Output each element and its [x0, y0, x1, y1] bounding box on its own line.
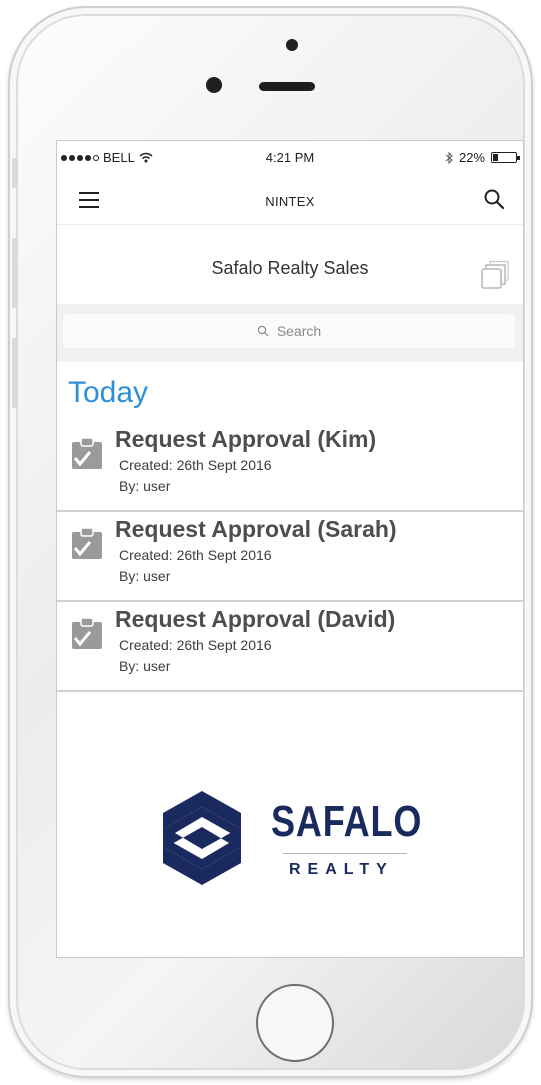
item-title: Request Approval (Sarah): [115, 516, 397, 542]
clipboard-check-icon: [72, 617, 102, 649]
status-bar: BELL 4:21 PM 22%: [57, 141, 523, 175]
item-author: By: user: [119, 658, 171, 674]
logo-wordmark: SAFALO: [271, 797, 423, 846]
search-field-icon: [257, 325, 269, 337]
logo-subtitle: REALTY: [289, 861, 394, 878]
item-list: Request Approval (Kim) Created: 26th Sep…: [57, 422, 523, 692]
stacked-windows-icon[interactable]: [481, 260, 509, 290]
list-item[interactable]: Request Approval (Sarah) Created: 26th S…: [57, 512, 523, 602]
navigation-bar: NINTEX: [57, 175, 523, 225]
app-title: NINTEX: [265, 194, 315, 209]
battery-icon: [491, 152, 520, 163]
search-placeholder: Search: [276, 323, 322, 339]
home-button[interactable]: [256, 984, 334, 1062]
item-author: By: user: [119, 568, 171, 584]
section-header-today: Today: [68, 376, 149, 409]
safalo-logo-mark-icon: [163, 791, 241, 885]
battery-fill: [493, 154, 499, 161]
app-screen: BELL 4:21 PM 22% NINTEX Safalo Realty Sa…: [56, 140, 524, 958]
item-title: Request Approval (Kim): [115, 426, 377, 452]
list-title: Safalo Realty Sales: [211, 258, 369, 278]
list-header: Safalo Realty Sales: [57, 226, 523, 304]
volume-up-button: [12, 238, 18, 308]
battery-percent: 22%: [458, 150, 485, 165]
list-item[interactable]: Request Approval (Kim) Created: 26th Sep…: [57, 422, 523, 512]
item-created: Created: 26th Sept 2016: [119, 547, 272, 563]
volume-down-button: [12, 338, 18, 408]
search-icon[interactable]: [483, 188, 505, 210]
front-camera: [206, 77, 222, 93]
item-created: Created: 26th Sept 2016: [119, 637, 272, 653]
item-title: Request Approval (David): [115, 606, 396, 632]
list-item[interactable]: Request Approval (David) Created: 26th S…: [57, 602, 523, 692]
logo-divider: [283, 853, 407, 854]
search-input[interactable]: Search: [63, 314, 515, 348]
search-bar-container: Search: [57, 304, 523, 362]
safalo-realty-logo: SAFALO REALTY: [161, 781, 421, 901]
bluetooth-icon: [445, 151, 453, 164]
battery-area: 22%: [445, 150, 520, 165]
clipboard-check-icon: [72, 437, 102, 469]
mute-switch: [12, 158, 18, 188]
item-created: Created: 26th Sept 2016: [119, 457, 272, 473]
proximity-sensor: [286, 39, 298, 51]
item-author: By: user: [119, 478, 171, 494]
clipboard-check-icon: [72, 527, 102, 559]
earpiece-speaker: [259, 82, 315, 91]
